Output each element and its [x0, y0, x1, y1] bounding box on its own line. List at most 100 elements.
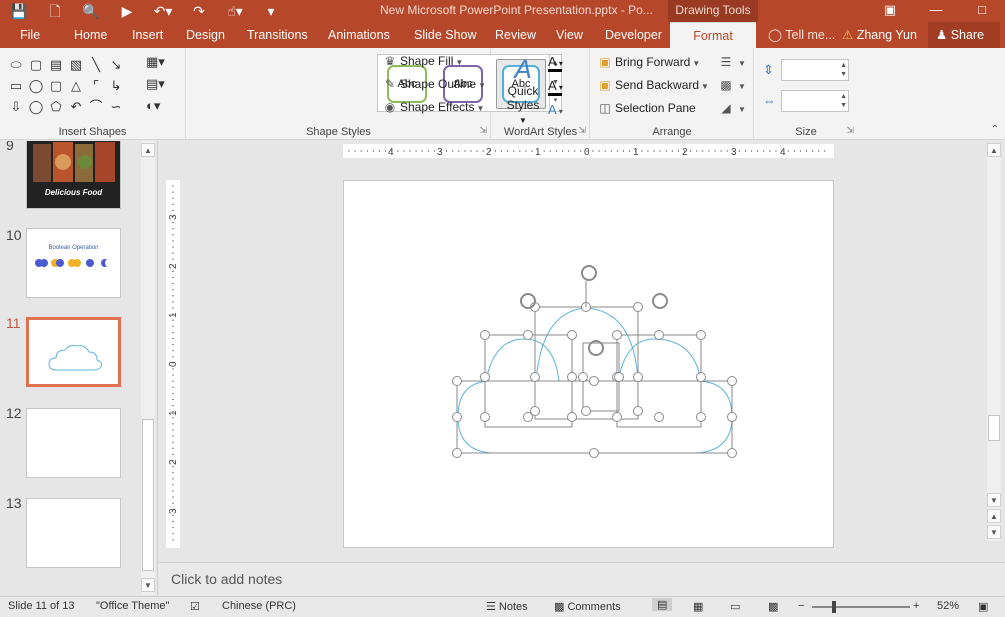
tab-transitions[interactable]: Transitions: [247, 22, 308, 48]
freeform-shape-icon[interactable]: ∽: [106, 98, 126, 116]
scroll-up-icon[interactable]: ▲: [987, 143, 1001, 157]
zoom-out-icon[interactable]: −: [798, 600, 804, 612]
tab-review[interactable]: Review: [495, 22, 536, 48]
text-fill-icon[interactable]: A ▾: [548, 54, 563, 72]
slide-thumbnail-9[interactable]: Delicious Food: [26, 141, 121, 209]
height-spinner-icon[interactable]: ▲ ▼: [840, 61, 847, 79]
spell-check-icon[interactable]: ☑: [190, 600, 200, 613]
down-arrow-shape-icon[interactable]: ⇩: [6, 98, 26, 116]
normal-view-icon[interactable]: ▤: [652, 598, 673, 611]
slide-thumbnail-13[interactable]: [26, 498, 121, 568]
fit-to-window-icon[interactable]: ▣: [978, 600, 988, 613]
elbow-connector-shape-icon[interactable]: ⌜: [86, 77, 106, 95]
step-connector-shape-icon[interactable]: ↳: [106, 77, 126, 95]
dialog-launcher-icon[interactable]: ⇲: [479, 125, 487, 136]
tab-format[interactable]: Format: [670, 22, 756, 48]
thumbnail-scrollbar[interactable]: ▲ ▼: [141, 141, 155, 595]
tab-insert[interactable]: Insert: [132, 22, 163, 48]
maximize-icon[interactable]: □: [959, 0, 1005, 22]
rotate-handles[interactable]: [520, 265, 668, 356]
print-preview-icon[interactable]: 🔍: [80, 0, 102, 22]
dialog-launcher-icon[interactable]: ⇲: [846, 125, 854, 136]
scroll-up-icon[interactable]: ▲: [141, 143, 155, 157]
zoom-in-icon[interactable]: +: [913, 600, 919, 612]
vertical-ruler[interactable]: 3 2 1 0 1 2 3: [166, 180, 180, 548]
edit-shape-icon[interactable]: ▦▾: [146, 54, 165, 70]
pentagon-shape-icon[interactable]: ⬠: [46, 98, 66, 116]
oval-shape-icon[interactable]: ⬭: [6, 56, 26, 74]
send-backward-button[interactable]: ▣ Send Backward ▼: [597, 75, 709, 95]
scroll-down-icon[interactable]: ▼: [987, 493, 1001, 507]
arrow-line-shape-icon[interactable]: ↘: [106, 56, 126, 74]
notes-pane[interactable]: Click to add notes: [159, 562, 1005, 596]
rounded-square-shape-icon[interactable]: ▢: [46, 77, 66, 95]
text-vertical-shape-icon[interactable]: ▧: [66, 56, 86, 74]
callout-shape-icon[interactable]: ◯: [26, 98, 46, 116]
text-box-icon[interactable]: ▤▾: [146, 76, 165, 92]
tab-slide-show[interactable]: Slide Show: [414, 22, 477, 48]
shape-effects-button[interactable]: ◉ Shape Effects ▼: [382, 97, 485, 117]
slide-thumbnail-12[interactable]: [26, 408, 121, 478]
shape-outline-button[interactable]: ✎ Shape Outline ▼: [382, 74, 486, 94]
thumbnail-scroll-thumb[interactable]: [142, 419, 154, 571]
text-effects-icon[interactable]: A ▾: [548, 102, 563, 117]
slide-sorter-icon[interactable]: ▦: [693, 600, 703, 613]
current-slide[interactable]: [343, 180, 834, 548]
minimize-icon[interactable]: —: [913, 0, 959, 22]
tab-design[interactable]: Design: [186, 22, 225, 48]
next-slide-icon[interactable]: ▼: [987, 525, 1001, 539]
shape-height-input[interactable]: ▲ ▼: [781, 59, 849, 81]
undo-icon[interactable]: ↶▾: [152, 0, 174, 22]
tell-me-search[interactable]: ◯ Tell me...: [768, 22, 835, 48]
zoom-slider[interactable]: [812, 601, 910, 613]
rounded-rect-shape-icon[interactable]: ▢: [26, 56, 46, 74]
rotate-button[interactable]: ◢ ▼: [718, 98, 746, 118]
share-button[interactable]: ♟ Share: [928, 22, 1000, 48]
shape-fill-button[interactable]: ♛ Shape Fill ▼: [382, 51, 464, 71]
line-shape-icon[interactable]: ╲: [86, 56, 106, 74]
previous-slide-icon[interactable]: ▲: [987, 509, 1001, 523]
slide-thumbnail-11[interactable]: [26, 317, 121, 387]
tab-file[interactable]: File: [20, 22, 40, 48]
dialog-launcher-icon[interactable]: ⇲: [578, 125, 586, 136]
touch-mode-icon[interactable]: ☝▾: [224, 0, 246, 22]
redo-icon[interactable]: ↷: [188, 0, 210, 22]
canvas-scroll-thumb[interactable]: [988, 415, 1000, 441]
text-outline-icon[interactable]: A ▾: [548, 78, 563, 96]
cloud-shapes-canvas[interactable]: [344, 181, 835, 549]
new-file-icon[interactable]: 🗋: [44, 0, 66, 22]
shape-width-input[interactable]: ▲ ▼: [781, 90, 849, 112]
reading-view-icon[interactable]: ▭: [730, 600, 740, 613]
align-button[interactable]: ☰ ▼: [718, 52, 746, 72]
notes-toggle[interactable]: ☰ Notes: [486, 600, 528, 613]
zoom-level[interactable]: 52%: [937, 600, 959, 612]
selection-handles[interactable]: [452, 302, 737, 458]
quick-styles-button[interactable]: A Quick Styles ▼: [502, 54, 544, 126]
horizontal-ruler[interactable]: 4 3 2 1 0 1 2 3 4: [343, 144, 834, 158]
rectangle-shape-icon[interactable]: ▭: [6, 77, 26, 95]
language-indicator[interactable]: Chinese (PRC): [222, 600, 296, 612]
zoom-slider-thumb[interactable]: [832, 601, 836, 613]
curve-shape-icon[interactable]: ⌒: [86, 98, 106, 116]
tab-view[interactable]: View: [556, 22, 583, 48]
tab-animations[interactable]: Animations: [328, 22, 390, 48]
tab-home[interactable]: Home: [74, 22, 107, 48]
canvas-scrollbar[interactable]: ▲ ▼ ▲ ▼: [987, 143, 1001, 541]
slide-thumbnail-10[interactable]: Boolean Operation: [26, 228, 121, 298]
customize-qat-icon[interactable]: ▾: [260, 0, 282, 22]
merge-shapes-icon[interactable]: ◐▾: [146, 98, 165, 114]
comments-toggle[interactable]: ▩ Comments: [554, 600, 621, 613]
tab-developer[interactable]: Developer: [605, 22, 662, 48]
collapse-ribbon-icon[interactable]: ⌃: [991, 124, 999, 135]
width-spinner-icon[interactable]: ▲ ▼: [840, 92, 847, 110]
curved-arrow-shape-icon[interactable]: ↶: [66, 98, 86, 116]
slideshow-view-icon[interactable]: ▩: [768, 600, 778, 613]
bring-forward-button[interactable]: ▣ Bring Forward ▼: [597, 52, 700, 72]
ellipse-shape-icon[interactable]: ◯: [26, 77, 46, 95]
group-button[interactable]: ▩ ▼: [718, 75, 746, 95]
save-icon[interactable]: 💾: [8, 0, 30, 22]
textbox-shape-icon[interactable]: ▤: [46, 56, 66, 74]
user-account[interactable]: ⚠ Zhang Yun: [842, 22, 917, 48]
selection-pane-button[interactable]: ◫ Selection Pane: [597, 98, 695, 118]
triangle-shape-icon[interactable]: △: [66, 77, 86, 95]
